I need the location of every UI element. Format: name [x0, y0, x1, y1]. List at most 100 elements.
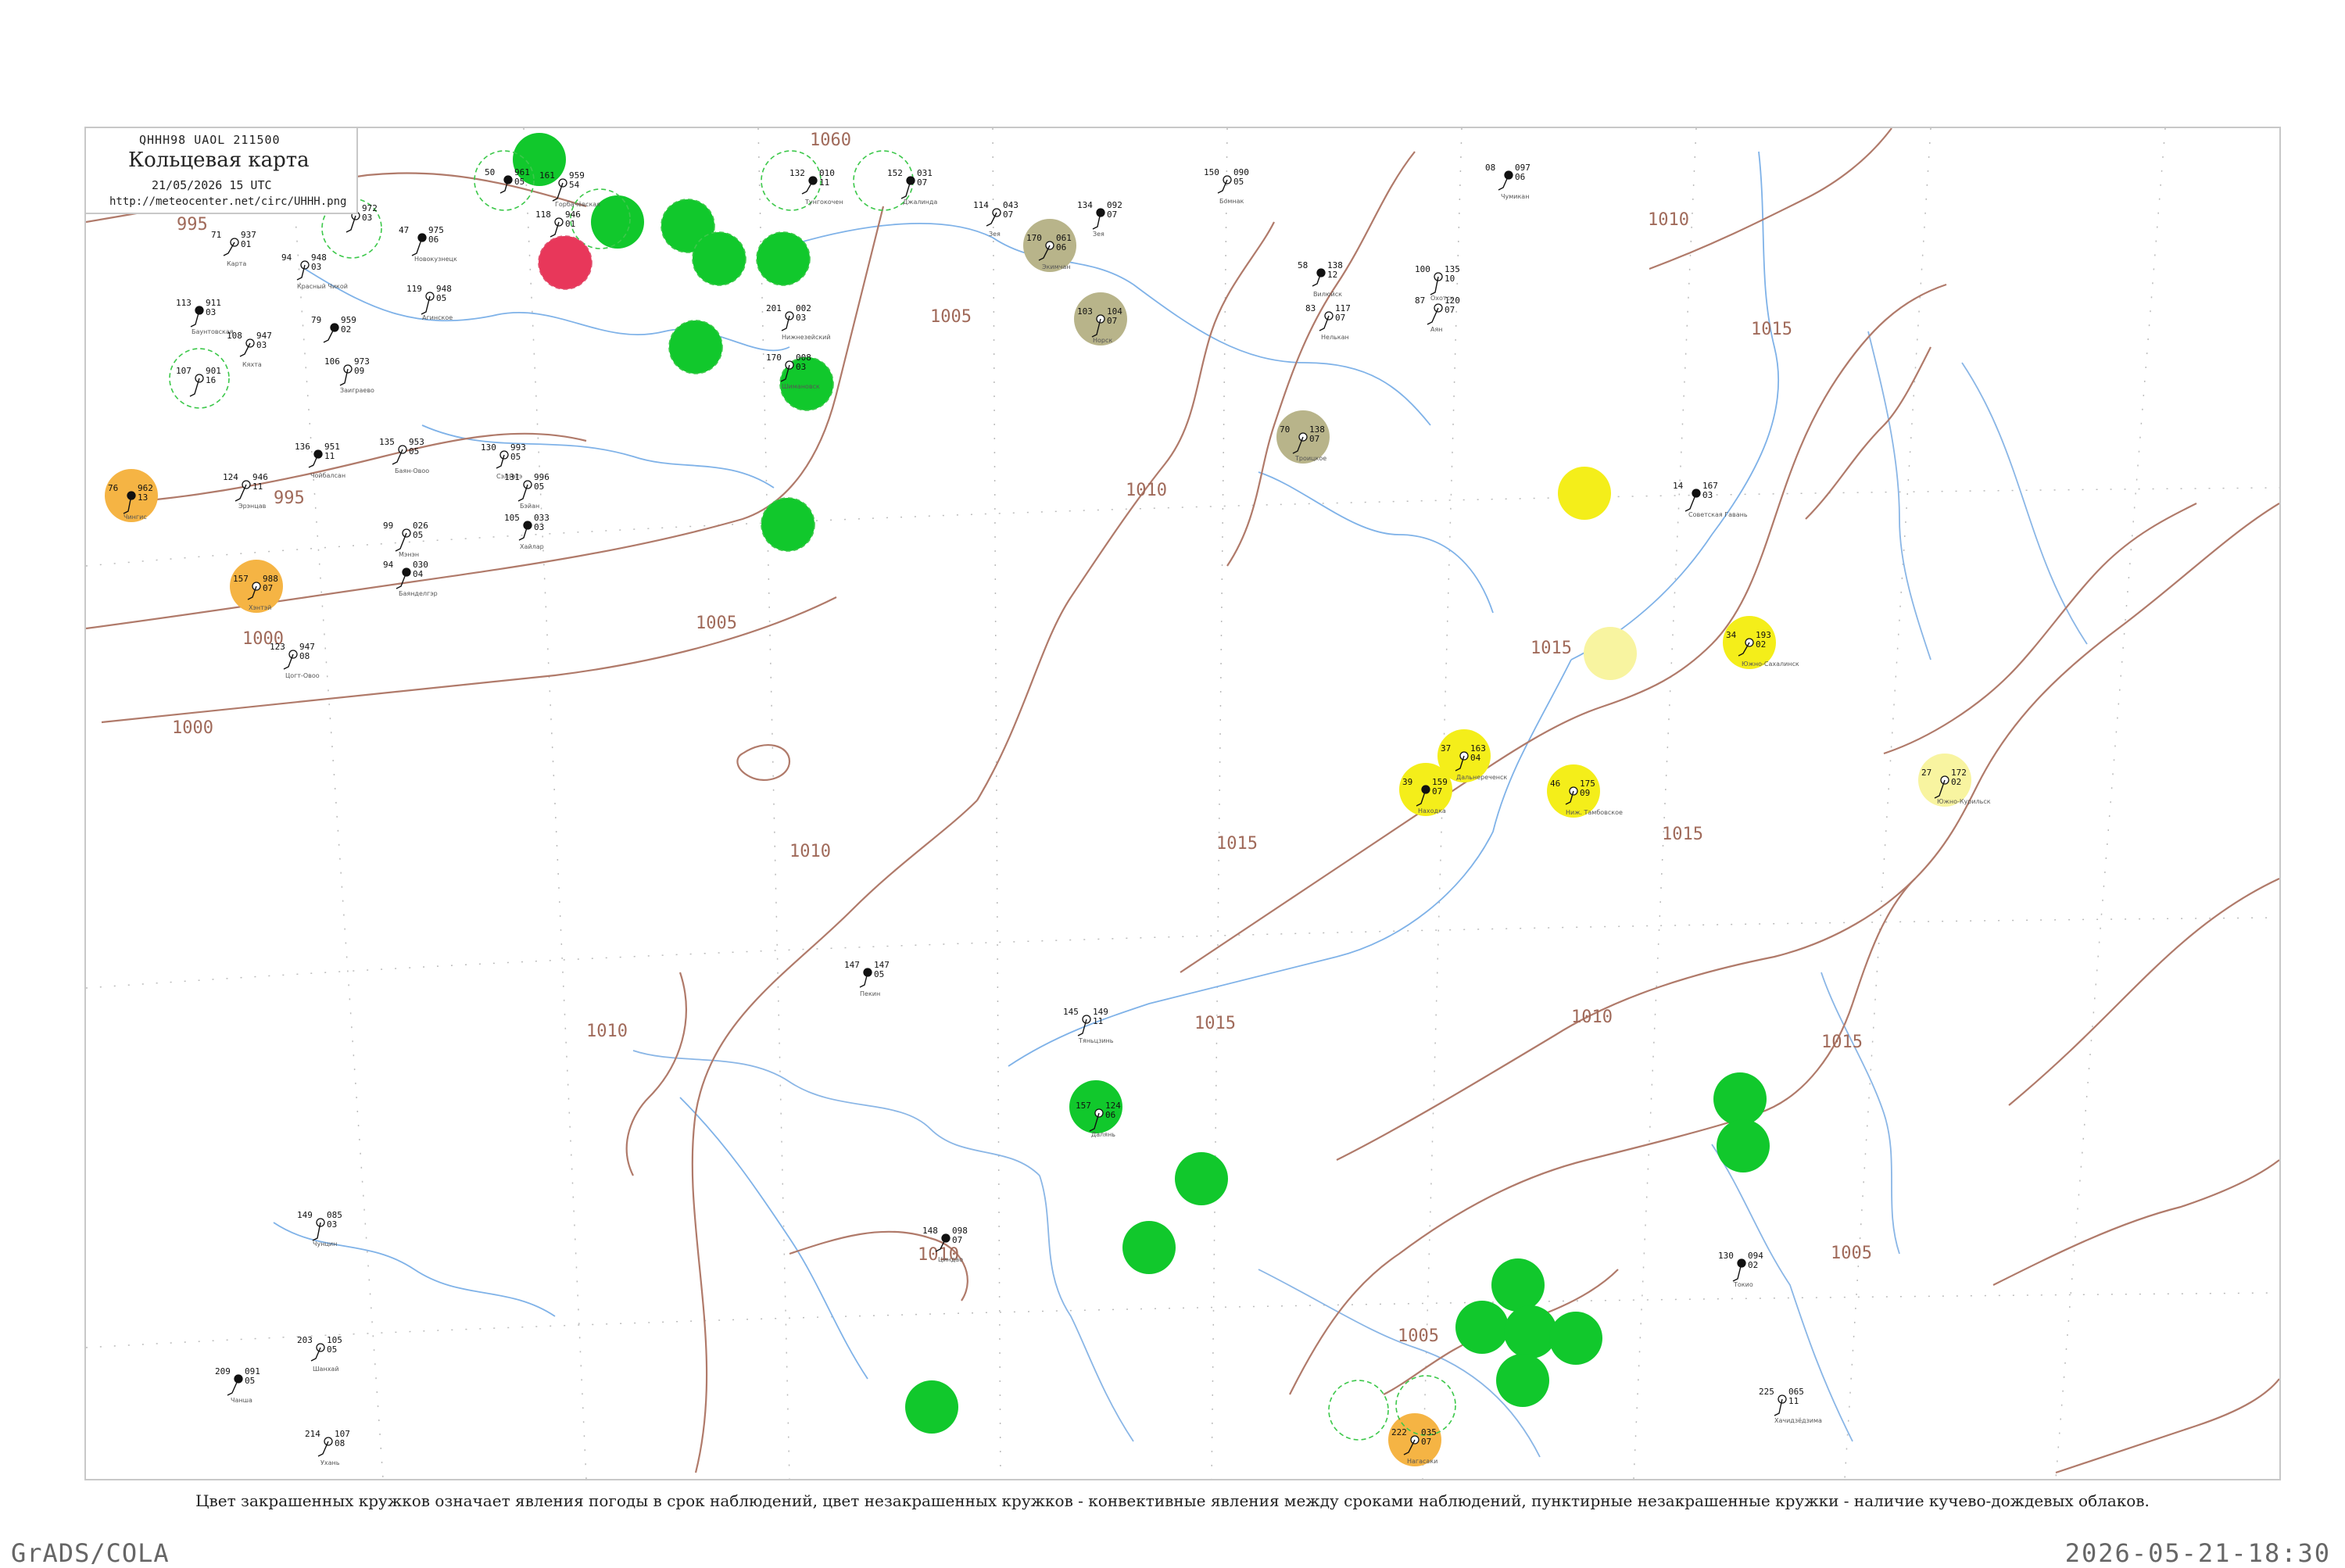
- station-name: Чунцин: [313, 1240, 337, 1248]
- station-name: Пекин: [860, 990, 880, 997]
- weather-circle: [1717, 1119, 1770, 1172]
- wind-barb: [283, 653, 294, 670]
- isobar-label: 1010: [1648, 210, 1689, 230]
- wind-barb: [227, 1378, 239, 1396]
- station-tendency: 16: [206, 375, 216, 385]
- hydrography: [273, 151, 2088, 1458]
- station-tendency: 11: [819, 177, 829, 188]
- station-tendency: 07: [1309, 434, 1319, 444]
- weather-circle: [1175, 1152, 1228, 1205]
- wind-barb: [395, 532, 407, 552]
- station-name: Эрэнцав: [238, 503, 267, 510]
- station-plot: 201 00203Нижнезейский: [766, 303, 831, 341]
- station-tendency: 11: [1093, 1016, 1103, 1026]
- station-plot: 147 14705Пекин: [844, 960, 890, 997]
- station-tendency: 11: [252, 481, 263, 492]
- weather-circle: [1713, 1072, 1767, 1126]
- station-tendency: 07: [1107, 209, 1117, 220]
- station-dewpoint: 46: [1550, 779, 1560, 789]
- weather-circle: [761, 497, 815, 552]
- station-name: Троицкое: [1294, 455, 1326, 462]
- station-dewpoint: 201: [766, 303, 782, 313]
- isobar-label: 1015: [1821, 1033, 1863, 1052]
- station-tendency: 54: [569, 180, 580, 190]
- station-tendency: 05: [1233, 177, 1244, 187]
- weather-circle: [538, 235, 593, 290]
- station-tendency: 07: [1421, 1437, 1431, 1447]
- station-plot: 94 94803Красный Чикой: [281, 252, 348, 290]
- weather-circle: [1558, 467, 1611, 520]
- station-tendency: 06: [1515, 172, 1525, 182]
- station-plot: 106 97309Заиграево: [324, 356, 374, 394]
- station-plot: 136 95111Чойбалсан: [295, 442, 345, 479]
- station-tendency: 13: [138, 492, 148, 503]
- station-dewpoint: 222: [1391, 1427, 1407, 1437]
- station-name: Карта: [227, 260, 246, 267]
- station-tendency: 02: [1951, 777, 1961, 787]
- wind-barb: [1427, 307, 1439, 325]
- station-tendency: 02: [1748, 1260, 1758, 1270]
- station-dewpoint: 108: [227, 331, 242, 341]
- weather-circles: [105, 133, 1971, 1466]
- station-dewpoint: 107: [176, 366, 192, 376]
- station-dewpoint: 94: [281, 252, 292, 263]
- station-plot: 119 94805Агинское: [406, 284, 453, 321]
- station-plot: 107 90116: [176, 366, 221, 397]
- station-tendency: 04: [1470, 753, 1481, 763]
- station-dewpoint: 130: [481, 442, 496, 453]
- station-plot: 123 94708Цогт-Овоо: [270, 642, 320, 679]
- map-datetime: 21/05/2026 15 UTC: [152, 178, 272, 192]
- station-dewpoint: 150: [1204, 167, 1219, 177]
- station-dewpoint: 161: [539, 170, 555, 181]
- isobar-label: 1000: [172, 718, 213, 738]
- station-tendency: 09: [354, 366, 364, 376]
- station-dewpoint: 136: [295, 442, 310, 452]
- station-plot: 225 06511Хачидзёдзима: [1759, 1387, 1822, 1424]
- station-tendency: 03: [311, 262, 321, 272]
- isobar-label: 995: [274, 489, 305, 508]
- station-dewpoint: 209: [215, 1366, 231, 1376]
- isobar-label: 995: [177, 215, 208, 234]
- station-name: Джалинда: [903, 199, 937, 206]
- weather-circle: [1491, 1258, 1545, 1312]
- weather-circle: [1549, 1312, 1602, 1365]
- station-dewpoint: 203: [297, 1335, 313, 1345]
- station-name: Заиграево: [340, 387, 374, 394]
- station-tendency: 11: [1788, 1396, 1799, 1406]
- station-name: Кяхта: [242, 361, 262, 368]
- station-tendency: 04: [413, 569, 424, 579]
- station-tendency: 07: [1003, 209, 1013, 220]
- station-dewpoint: 157: [233, 574, 249, 584]
- station-dewpoint: 130: [1718, 1251, 1734, 1261]
- wind-barb: [801, 180, 814, 195]
- station-dewpoint: 37: [1441, 743, 1451, 754]
- station-tendency: 07: [1445, 305, 1455, 315]
- footer-timestamp: 2026-05-21-18:30: [2064, 1538, 2331, 1568]
- station-tendency: 08: [299, 651, 310, 661]
- station-name: Вилюйск: [1313, 291, 1342, 298]
- station-dewpoint: 123: [270, 642, 285, 652]
- station-name: Горбачёвская: [555, 201, 600, 208]
- station-plot: 131 99605Бэйан: [504, 472, 550, 510]
- station-dewpoint: 103: [1077, 306, 1093, 317]
- station-plot: 58 13812Вилюйск: [1298, 260, 1343, 298]
- station-name: Норск: [1093, 337, 1112, 344]
- station-plot: 130 09402Токио: [1718, 1251, 1763, 1288]
- station-dewpoint: 70: [1280, 424, 1290, 435]
- station-dewpoint: 08: [1485, 163, 1495, 173]
- station-plot: 132 01011Тунгокочен: [789, 168, 843, 206]
- station-tendency: 03: [534, 522, 544, 532]
- station-name: Чумикан: [1501, 193, 1529, 200]
- isobar-label: 1005: [696, 614, 737, 633]
- isobar-label: 1015: [1751, 320, 1792, 339]
- station-name: Хайлар: [520, 543, 544, 550]
- wind-barb: [1217, 179, 1228, 194]
- station-dewpoint: 79: [311, 315, 321, 325]
- station-dewpoint: 214: [305, 1429, 320, 1439]
- station-plot: 152 03107Джалинда: [887, 168, 937, 206]
- station-name: Находка: [1418, 807, 1446, 814]
- wind-barb: [1312, 272, 1322, 287]
- wind-barb: [1498, 174, 1509, 191]
- station-dewpoint: 105: [504, 513, 520, 523]
- isobar-label: 1005: [930, 307, 972, 327]
